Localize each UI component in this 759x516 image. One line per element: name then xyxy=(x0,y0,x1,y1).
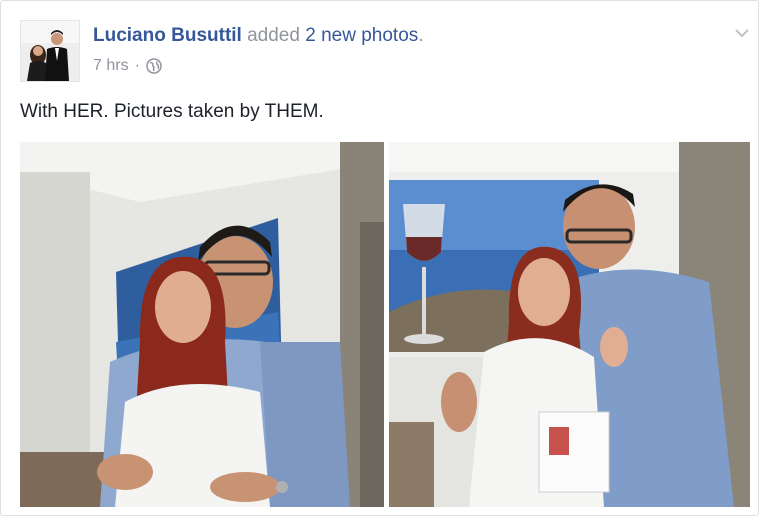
post-header: Luciano Busuttil added 2 new photos. xyxy=(93,25,424,47)
post-text: With HER. Pictures taken by THEM. xyxy=(20,101,324,122)
feed-post-card: Luciano Busuttil added 2 new photos. 7 h… xyxy=(0,0,759,516)
photo-1-image xyxy=(20,142,384,507)
photos-link[interactable]: 2 new photos xyxy=(305,25,418,46)
meta-separator: · xyxy=(134,57,140,74)
chevron-down-icon[interactable] xyxy=(732,23,752,43)
globe-icon[interactable] xyxy=(146,58,162,74)
avatar-image xyxy=(21,21,79,81)
author-avatar[interactable] xyxy=(20,20,80,82)
photo-2[interactable] xyxy=(389,142,750,507)
timestamp-link[interactable]: 7 hrs xyxy=(93,57,129,75)
author-name-link[interactable]: Luciano Busuttil xyxy=(93,25,242,46)
action-prefix: added xyxy=(247,25,300,46)
photo-1[interactable] xyxy=(20,142,384,507)
photo-2-image xyxy=(389,142,750,507)
post-meta: 7 hrs · xyxy=(93,57,162,75)
action-suffix: . xyxy=(418,25,424,46)
